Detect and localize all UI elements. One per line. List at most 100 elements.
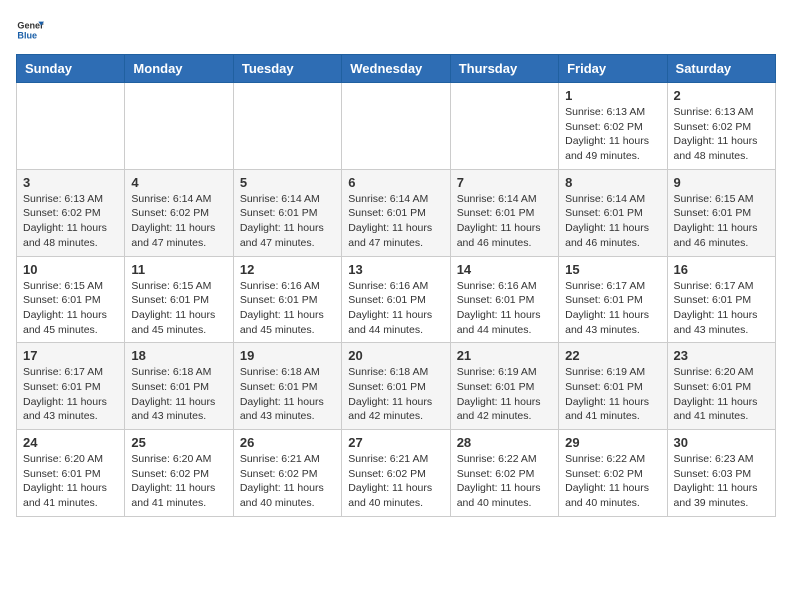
day-info: Sunrise: 6:19 AM Sunset: 6:01 PM Dayligh… [565, 365, 660, 424]
calendar-cell: 21 Sunrise: 6:19 AM Sunset: 6:01 PM Dayli… [450, 343, 558, 430]
day-number: 15 [565, 262, 660, 277]
calendar-week-1: 1 Sunrise: 6:13 AM Sunset: 6:02 PM Daylig… [17, 83, 776, 170]
calendar-cell: 15 Sunrise: 6:17 AM Sunset: 6:01 PM Dayli… [559, 256, 667, 343]
day-number: 2 [674, 88, 769, 103]
day-info: Sunrise: 6:13 AM Sunset: 6:02 PM Dayligh… [674, 105, 769, 164]
calendar-cell: 17Sunrise: 6:17 AM Sunset: 6:01 PM Dayli… [17, 343, 125, 430]
calendar-cell [17, 83, 125, 170]
calendar-cell: 28Sunrise: 6:22 AM Sunset: 6:02 PM Dayli… [450, 430, 558, 517]
logo: General Blue [16, 16, 48, 44]
day-number: 4 [131, 175, 226, 190]
calendar-cell: 7 Sunrise: 6:14 AM Sunset: 6:01 PM Daylig… [450, 169, 558, 256]
day-info: Sunrise: 6:14 AM Sunset: 6:01 PM Dayligh… [240, 192, 335, 251]
day-info: Sunrise: 6:14 AM Sunset: 6:01 PM Dayligh… [565, 192, 660, 251]
day-number: 11 [131, 262, 226, 277]
day-number: 9 [674, 175, 769, 190]
calendar-cell: 12Sunrise: 6:16 AM Sunset: 6:01 PM Dayli… [233, 256, 341, 343]
svg-text:Blue: Blue [17, 30, 37, 40]
calendar-cell: 30Sunrise: 6:23 AM Sunset: 6:03 PM Dayli… [667, 430, 775, 517]
logo-icon: General Blue [16, 16, 44, 44]
day-number: 26 [240, 435, 335, 450]
day-number: 10 [23, 262, 118, 277]
day-number: 5 [240, 175, 335, 190]
day-number: 25 [131, 435, 226, 450]
calendar-cell: 26 Sunrise: 6:21 AM Sunset: 6:02 PM Dayli… [233, 430, 341, 517]
calendar-cell [125, 83, 233, 170]
calendar-cell: 14Sunrise: 6:16 AM Sunset: 6:01 PM Dayli… [450, 256, 558, 343]
day-number: 18 [131, 348, 226, 363]
day-number: 3 [23, 175, 118, 190]
calendar-cell: 19 Sunrise: 6:18 AM Sunset: 6:01 PM Dayli… [233, 343, 341, 430]
day-number: 7 [457, 175, 552, 190]
calendar-cell: 9 Sunrise: 6:15 AM Sunset: 6:01 PM Daylig… [667, 169, 775, 256]
weekday-header-monday: Monday [125, 55, 233, 83]
weekday-header-wednesday: Wednesday [342, 55, 450, 83]
calendar-cell: 23 Sunrise: 6:20 AM Sunset: 6:01 PM Dayli… [667, 343, 775, 430]
day-info: Sunrise: 6:15 AM Sunset: 6:01 PM Dayligh… [131, 279, 226, 338]
weekday-header-sunday: Sunday [17, 55, 125, 83]
day-info: Sunrise: 6:13 AM Sunset: 6:02 PM Dayligh… [23, 192, 118, 251]
day-number: 23 [674, 348, 769, 363]
day-info: Sunrise: 6:23 AM Sunset: 6:03 PM Dayligh… [674, 452, 769, 511]
weekday-header-tuesday: Tuesday [233, 55, 341, 83]
day-number: 6 [348, 175, 443, 190]
day-info: Sunrise: 6:20 AM Sunset: 6:02 PM Dayligh… [131, 452, 226, 511]
calendar-cell: 20 Sunrise: 6:18 AM Sunset: 6:01 PM Dayli… [342, 343, 450, 430]
day-info: Sunrise: 6:18 AM Sunset: 6:01 PM Dayligh… [348, 365, 443, 424]
calendar-cell: 8 Sunrise: 6:14 AM Sunset: 6:01 PM Daylig… [559, 169, 667, 256]
day-info: Sunrise: 6:14 AM Sunset: 6:01 PM Dayligh… [348, 192, 443, 251]
calendar-week-2: 3 Sunrise: 6:13 AM Sunset: 6:02 PM Daylig… [17, 169, 776, 256]
day-info: Sunrise: 6:22 AM Sunset: 6:02 PM Dayligh… [565, 452, 660, 511]
calendar-cell: 24Sunrise: 6:20 AM Sunset: 6:01 PM Dayli… [17, 430, 125, 517]
day-number: 8 [565, 175, 660, 190]
calendar-cell: 1 Sunrise: 6:13 AM Sunset: 6:02 PM Daylig… [559, 83, 667, 170]
day-info: Sunrise: 6:20 AM Sunset: 6:01 PM Dayligh… [674, 365, 769, 424]
calendar-cell: 18 Sunrise: 6:18 AM Sunset: 6:01 PM Dayli… [125, 343, 233, 430]
calendar-cell: 16 Sunrise: 6:17 AM Sunset: 6:01 PM Dayli… [667, 256, 775, 343]
day-info: Sunrise: 6:16 AM Sunset: 6:01 PM Dayligh… [348, 279, 443, 338]
day-number: 22 [565, 348, 660, 363]
weekday-header-row: SundayMondayTuesdayWednesdayThursdayFrid… [17, 55, 776, 83]
day-number: 1 [565, 88, 660, 103]
calendar-cell: 3 Sunrise: 6:13 AM Sunset: 6:02 PM Daylig… [17, 169, 125, 256]
weekday-header-friday: Friday [559, 55, 667, 83]
day-info: Sunrise: 6:20 AM Sunset: 6:01 PM Dayligh… [23, 452, 118, 511]
calendar-cell: 10 Sunrise: 6:15 AM Sunset: 6:01 PM Dayli… [17, 256, 125, 343]
day-info: Sunrise: 6:16 AM Sunset: 6:01 PM Dayligh… [457, 279, 552, 338]
weekday-header-saturday: Saturday [667, 55, 775, 83]
calendar-cell: 29 Sunrise: 6:22 AM Sunset: 6:02 PM Dayli… [559, 430, 667, 517]
day-info: Sunrise: 6:15 AM Sunset: 6:01 PM Dayligh… [23, 279, 118, 338]
day-number: 21 [457, 348, 552, 363]
day-number: 19 [240, 348, 335, 363]
calendar-week-3: 10 Sunrise: 6:15 AM Sunset: 6:01 PM Dayli… [17, 256, 776, 343]
calendar-cell: 5 Sunrise: 6:14 AM Sunset: 6:01 PM Daylig… [233, 169, 341, 256]
day-number: 27 [348, 435, 443, 450]
day-number: 29 [565, 435, 660, 450]
calendar-cell: 4Sunrise: 6:14 AM Sunset: 6:02 PM Daylig… [125, 169, 233, 256]
day-info: Sunrise: 6:19 AM Sunset: 6:01 PM Dayligh… [457, 365, 552, 424]
day-info: Sunrise: 6:18 AM Sunset: 6:01 PM Dayligh… [131, 365, 226, 424]
day-info: Sunrise: 6:17 AM Sunset: 6:01 PM Dayligh… [674, 279, 769, 338]
weekday-header-thursday: Thursday [450, 55, 558, 83]
day-info: Sunrise: 6:13 AM Sunset: 6:02 PM Dayligh… [565, 105, 660, 164]
day-info: Sunrise: 6:15 AM Sunset: 6:01 PM Dayligh… [674, 192, 769, 251]
day-number: 12 [240, 262, 335, 277]
day-info: Sunrise: 6:17 AM Sunset: 6:01 PM Dayligh… [565, 279, 660, 338]
calendar-cell: 13 Sunrise: 6:16 AM Sunset: 6:01 PM Dayli… [342, 256, 450, 343]
calendar-cell [450, 83, 558, 170]
calendar-cell [342, 83, 450, 170]
calendar-cell: 6 Sunrise: 6:14 AM Sunset: 6:01 PM Daylig… [342, 169, 450, 256]
page-header: General Blue [16, 16, 776, 44]
day-number: 17 [23, 348, 118, 363]
day-info: Sunrise: 6:18 AM Sunset: 6:01 PM Dayligh… [240, 365, 335, 424]
day-number: 20 [348, 348, 443, 363]
day-number: 13 [348, 262, 443, 277]
calendar-cell: 22 Sunrise: 6:19 AM Sunset: 6:01 PM Dayli… [559, 343, 667, 430]
day-info: Sunrise: 6:14 AM Sunset: 6:01 PM Dayligh… [457, 192, 552, 251]
day-number: 16 [674, 262, 769, 277]
calendar-week-4: 17Sunrise: 6:17 AM Sunset: 6:01 PM Dayli… [17, 343, 776, 430]
day-info: Sunrise: 6:21 AM Sunset: 6:02 PM Dayligh… [240, 452, 335, 511]
calendar-cell [233, 83, 341, 170]
calendar-cell: 2 Sunrise: 6:13 AM Sunset: 6:02 PM Daylig… [667, 83, 775, 170]
day-info: Sunrise: 6:21 AM Sunset: 6:02 PM Dayligh… [348, 452, 443, 511]
